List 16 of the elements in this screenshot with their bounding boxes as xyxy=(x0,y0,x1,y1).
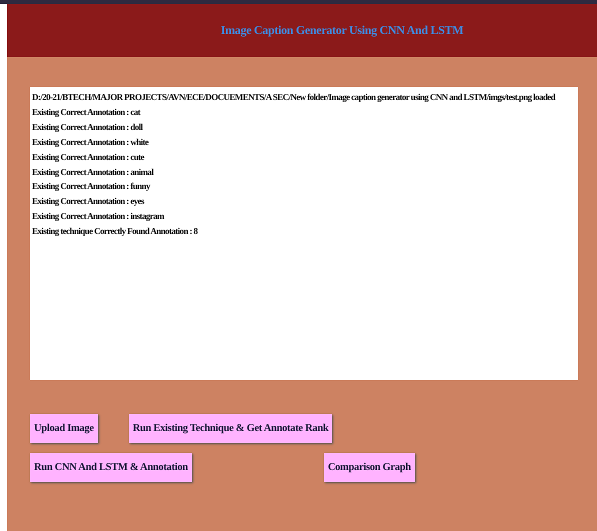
action-button[interactable]: Comparison Graph xyxy=(324,453,415,482)
output-line: Existing Correct Annotation : white xyxy=(32,136,150,149)
output-line: Existing Correct Annotation : funny xyxy=(32,180,152,194)
output-line: Existing Correct Annotation : animal xyxy=(32,166,155,179)
output-line: Existing Correct Annotation : cat xyxy=(32,106,142,119)
window-title: Image Caption Generator Using CNN And LSTM xyxy=(220,23,464,38)
output-line: Existing Correct Annotation : doll xyxy=(32,120,144,134)
output-line: D:/20-21/BTECH/MAJOR PROJECTS/AVN/ECE/DOCUEMENTS/A SEC/New folder/Image caption generator using CNN and LSTM/imgs/test.png loaded xyxy=(32,91,556,104)
output-line: Existing Correct Annotation : cute xyxy=(32,150,146,164)
action-button[interactable]: Run Existing Technique & Get Annotate Rank xyxy=(128,414,332,443)
output-line: Existing Correct Annotation : instagram xyxy=(32,210,166,224)
action-button[interactable]: Run CNN And LSTM & Annotation xyxy=(30,453,192,482)
output-line: Existing Correct Annotation : eyes xyxy=(32,195,146,208)
action-button[interactable]: Upload Image xyxy=(30,414,98,443)
output-text-area[interactable] xyxy=(30,87,578,380)
output-line: Existing technique Correctly Found Annotation : 8 xyxy=(32,225,199,238)
